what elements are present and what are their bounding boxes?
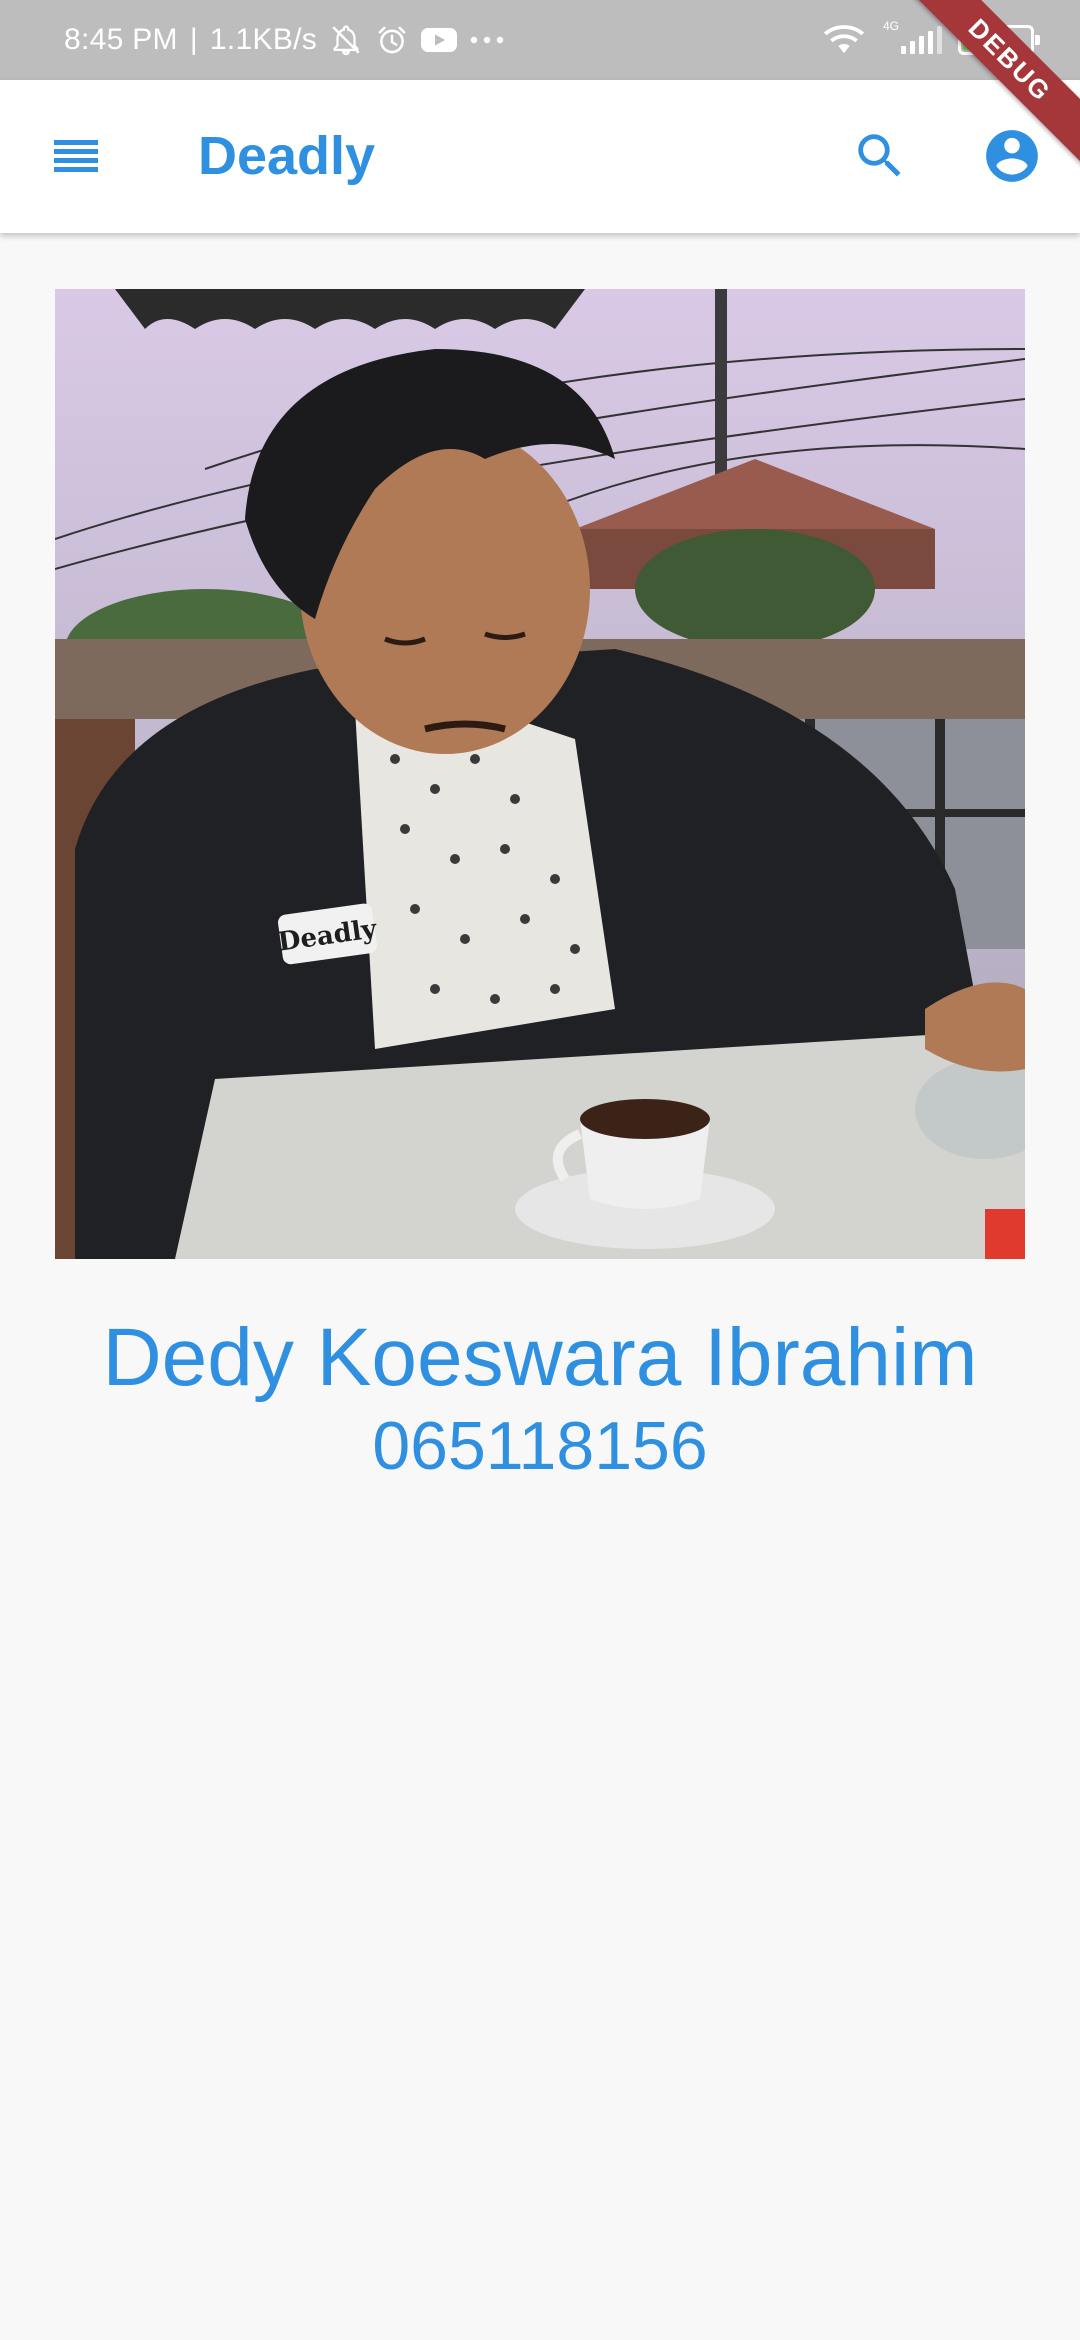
app-bar: Deadly xyxy=(0,80,1080,233)
status-network-speed: 1.1KB/s xyxy=(209,23,318,56)
status-bar: 8:45 PM | 1.1KB/s 4G xyxy=(0,0,1080,80)
app-title: Deadly xyxy=(198,126,376,186)
youtube-icon xyxy=(421,26,458,54)
wifi-icon xyxy=(821,21,867,60)
profile-id: 065118156 xyxy=(372,1408,708,1484)
status-left: 8:45 PM | 1.1KB/s xyxy=(64,0,505,80)
cell-signal-icon: 4G xyxy=(883,20,942,54)
more-dots-icon xyxy=(469,35,505,45)
status-separator: | xyxy=(189,23,198,56)
account-circle-icon xyxy=(986,130,1038,182)
search-icon xyxy=(858,134,901,177)
menu-icon xyxy=(54,140,98,172)
account-button[interactable] xyxy=(976,120,1048,192)
muted-bell-icon xyxy=(329,23,363,57)
search-button[interactable] xyxy=(844,120,916,192)
alarm-icon xyxy=(375,23,409,57)
profile-name: Dedy Koeswara Ibrahim xyxy=(102,1312,978,1403)
profile-photo: Deadly xyxy=(55,289,1025,1259)
menu-button[interactable] xyxy=(40,120,112,192)
status-time: 8:45 PM xyxy=(64,23,178,56)
network-type-label: 4G xyxy=(883,19,900,33)
